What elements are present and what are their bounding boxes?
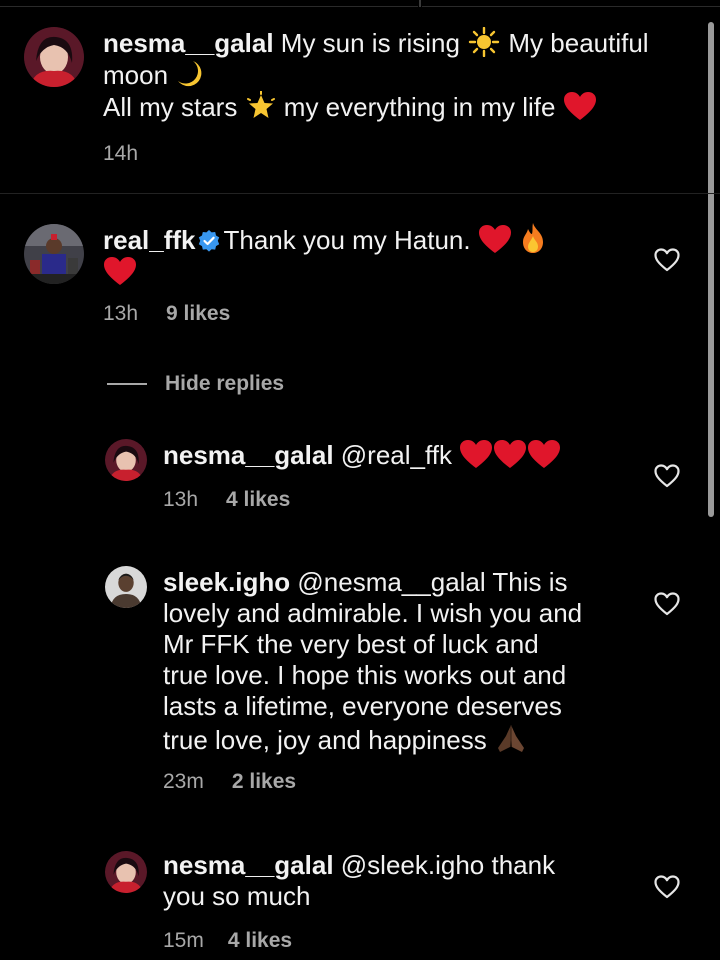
fire-emoji-icon: [519, 222, 547, 254]
reply-body: nesma__galal @sleek.igho thank you so mu…: [163, 850, 556, 911]
sun-emoji-icon: [467, 27, 501, 57]
hide-replies-button[interactable]: Hide replies: [107, 370, 284, 398]
top-edge: [0, 0, 720, 8]
reply-meta: 23m 2 likes: [163, 770, 296, 794]
avatar[interactable]: [105, 439, 147, 481]
likes-count[interactable]: 2 likes: [232, 770, 296, 793]
likes-count[interactable]: 4 likes: [226, 488, 290, 511]
red-heart-emoji-icon: [563, 91, 597, 121]
comment-username[interactable]: nesma__galal: [163, 440, 334, 470]
comment-username[interactable]: nesma__galal: [103, 28, 274, 58]
comment-body: real_ffk Thank you my Hatun.: [103, 222, 623, 288]
comment-timestamp: 13h: [163, 488, 199, 511]
comment-username[interactable]: sleek.igho: [163, 567, 290, 597]
like-heart-icon[interactable]: [654, 248, 680, 272]
folded-hands-emoji-icon: [494, 722, 528, 754]
red-heart-emoji-icon: [478, 224, 512, 254]
avatar[interactable]: [24, 27, 84, 87]
scrollbar[interactable]: [708, 22, 714, 517]
like-heart-icon[interactable]: [654, 592, 680, 616]
comment-meta: 14h: [103, 142, 138, 166]
likes-count[interactable]: 4 likes: [228, 929, 292, 952]
replies-line: [107, 383, 147, 385]
avatar[interactable]: [24, 224, 84, 284]
red-heart-emoji-icon: [527, 439, 561, 469]
hide-replies-label: Hide replies: [165, 372, 285, 395]
comment-timestamp: 15m: [163, 929, 204, 952]
reply-body: sleek.igho @nesma__galal This is lovely …: [163, 567, 583, 755]
comment-body: nesma__galal My sun is rising My beautif…: [103, 27, 649, 122]
reply-body: nesma__galal @real_ffk: [163, 439, 633, 471]
glowing-star-emoji-icon: [245, 91, 277, 121]
section-divider: [0, 193, 720, 194]
comment-timestamp: 13h: [103, 302, 139, 325]
comment-meta: 13h 9 likes: [103, 302, 230, 326]
comment-username[interactable]: nesma__galal: [163, 850, 334, 880]
verified-badge-icon: [198, 230, 220, 252]
avatar[interactable]: [105, 566, 147, 608]
avatar[interactable]: [105, 851, 147, 893]
likes-count[interactable]: 9 likes: [166, 302, 230, 325]
reply-meta: 13h 4 likes: [163, 488, 290, 512]
crescent-moon-emoji-icon: [175, 59, 203, 89]
red-heart-emoji-icon: [103, 256, 137, 286]
like-heart-icon[interactable]: [654, 875, 680, 899]
red-heart-emoji-icon: [459, 439, 493, 469]
red-heart-emoji-icon: [493, 439, 527, 469]
comment-timestamp: 14h: [103, 142, 139, 165]
reply-meta: 15m 4 likes: [163, 929, 292, 953]
like-heart-icon[interactable]: [654, 464, 680, 488]
comment-username[interactable]: real_ffk: [103, 225, 196, 255]
comment-timestamp: 23m: [163, 770, 204, 793]
